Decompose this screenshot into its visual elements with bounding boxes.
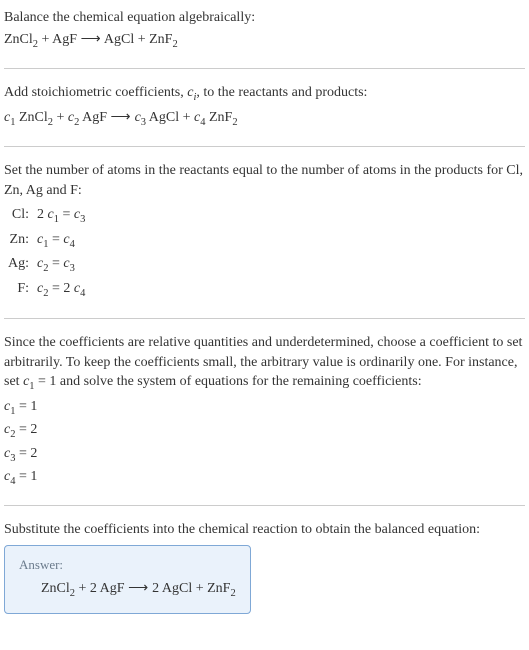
balanced-equation: ZnCl2 + 2 AgF ⟶ 2 AgCl + ZnF2 xyxy=(19,579,236,601)
eq-part: = 2 xyxy=(48,281,73,296)
eq-part: ZnCl xyxy=(15,110,47,125)
coef-sub: 3 xyxy=(80,214,85,225)
coefficient-value: c2 = 2 xyxy=(4,420,525,442)
eq-part: + AgF xyxy=(38,32,81,47)
eq-part: = xyxy=(48,256,63,271)
eq-part: AgCl + ZnF xyxy=(101,32,172,47)
subscript: 2 xyxy=(172,38,177,49)
coef-sub: 3 xyxy=(70,263,75,274)
element-label: Ag: xyxy=(4,253,33,277)
eq-part: + 2 AgF xyxy=(75,581,128,596)
answer-box: Answer: ZnCl2 + 2 AgF ⟶ 2 AgCl + ZnF2 xyxy=(4,545,251,614)
substitute-text: Substitute the coefficients into the che… xyxy=(4,520,525,540)
element-equation: c1 = c4 xyxy=(33,229,89,253)
eq-part: AgCl + xyxy=(146,110,194,125)
eq-part: 2 xyxy=(37,207,48,222)
subscript: 2 xyxy=(232,116,237,127)
text-part: , to the reactants and products: xyxy=(196,85,367,100)
answer-label: Answer: xyxy=(19,556,236,574)
eq-part: = 1 xyxy=(15,469,37,484)
subscript: 2 xyxy=(230,587,235,598)
eq-part: = 2 xyxy=(15,446,37,461)
element-label: Zn: xyxy=(4,229,33,253)
element-equation: c2 = c3 xyxy=(33,253,89,277)
section-answer: Substitute the coefficients into the che… xyxy=(4,520,525,628)
eq-part: = 1 xyxy=(15,399,37,414)
element-equation: c2 = 2 c4 xyxy=(33,278,89,302)
table-row: Ag: c2 = c3 xyxy=(4,253,89,277)
element-label: Cl: xyxy=(4,204,33,228)
eq-part: = xyxy=(59,207,74,222)
section-problem: Balance the chemical equation algebraica… xyxy=(4,8,525,69)
coefficient-value: c4 = 1 xyxy=(4,467,525,489)
coefficient-value: c1 = 1 xyxy=(4,397,525,419)
reaction-arrow-icon: ⟶ xyxy=(81,32,102,47)
section-coefficients-intro: Add stoichiometric coefficients, ci, to … xyxy=(4,83,525,147)
text-part: Add stoichiometric coefficients, xyxy=(4,85,187,100)
eq-part: 2 AgCl + ZnF xyxy=(149,581,231,596)
coef-sub: 4 xyxy=(80,287,85,298)
coefficient-equation: c1 ZnCl2 + c2 AgF ⟶ c3 AgCl + c4 ZnF2 xyxy=(4,108,525,130)
reaction-arrow-icon: ⟶ xyxy=(111,110,132,125)
coefficient-value: c3 = 2 xyxy=(4,444,525,466)
table-row: Zn: c1 = c4 xyxy=(4,229,89,253)
eq-part: AgF xyxy=(79,110,110,125)
coeff-intro-text: Add stoichiometric coefficients, ci, to … xyxy=(4,83,525,105)
prompt-text: Balance the chemical equation algebraica… xyxy=(4,8,525,28)
table-row: F: c2 = 2 c4 xyxy=(4,278,89,302)
atom-balance-text: Set the number of atoms in the reactants… xyxy=(4,161,525,200)
text-part: = 1 and solve the system of equations fo… xyxy=(35,374,422,389)
unbalanced-equation: ZnCl2 + AgF ⟶ AgCl + ZnF2 xyxy=(4,30,525,52)
eq-part: + xyxy=(53,110,68,125)
eq-part: ZnCl xyxy=(4,32,33,47)
element-equation: 2 c1 = c3 xyxy=(33,204,89,228)
eq-part: ZnF xyxy=(205,110,232,125)
atom-balance-table: Cl: 2 c1 = c3 Zn: c1 = c4 Ag: c2 = c3 F:… xyxy=(4,204,89,302)
eq-part: = xyxy=(48,232,63,247)
table-row: Cl: 2 c1 = c3 xyxy=(4,204,89,228)
element-label: F: xyxy=(4,278,33,302)
section-solve: Since the coefficients are relative quan… xyxy=(4,333,525,506)
solve-text: Since the coefficients are relative quan… xyxy=(4,333,525,395)
section-atom-balance: Set the number of atoms in the reactants… xyxy=(4,161,525,319)
coef-sub: 4 xyxy=(70,239,75,250)
reaction-arrow-icon: ⟶ xyxy=(128,581,149,596)
eq-part: = 2 xyxy=(15,422,37,437)
eq-part: ZnCl xyxy=(41,581,70,596)
